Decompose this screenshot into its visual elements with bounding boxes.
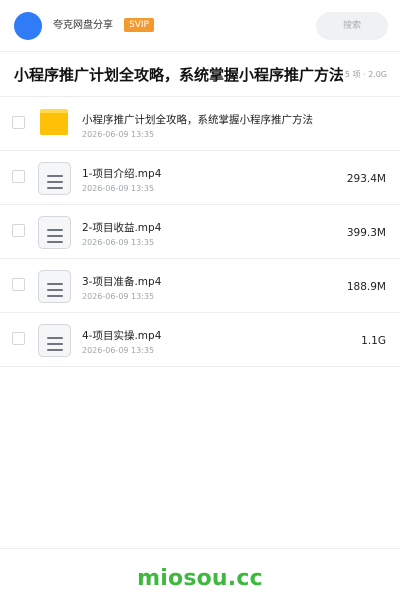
row-checkbox[interactable] [12,224,25,237]
row-checkbox[interactable] [12,116,25,129]
svip-badge: SVIP [124,18,154,32]
file-row[interactable]: 1-项目介绍.mp4 2026-06-09 13:35 293.4M [0,151,400,205]
file-date: 2026-06-09 13:35 [82,238,155,247]
app-name: 夸克网盘分享 [53,20,113,31]
search-input[interactable]: 搜索 [316,12,388,40]
file-icon [38,162,71,195]
row-checkbox[interactable] [12,170,25,183]
file-name: 小程序推广计划全攻略，系统掌握小程序推广方法 [82,114,313,126]
file-icon [38,270,71,303]
avatar[interactable] [14,12,42,40]
file-size: 1.1G [361,335,386,347]
file-row[interactable]: 3-项目准备.mp4 2026-06-09 13:35 188.9M [0,259,400,313]
file-date: 2026-06-09 13:35 [82,130,155,139]
file-name: 2-项目收益.mp4 [82,222,162,234]
page-title: 小程序推广计划全攻略，系统掌握小程序推广方法 [14,66,344,84]
file-size: 399.3M [346,227,386,239]
file-date: 2026-06-09 13:35 [82,292,155,301]
file-date: 2026-06-09 13:35 [82,184,155,193]
file-row-folder[interactable]: 小程序推广计划全攻略，系统掌握小程序推广方法 2026-06-09 13:35 [0,97,400,151]
share-meta: 5 项 · 2.0G [342,69,387,81]
file-name: 3-项目准备.mp4 [82,276,162,288]
share-title-row: 小程序推广计划全攻略，系统掌握小程序推广方法 5 项 · 2.0G [0,52,400,97]
file-row[interactable]: 4-项目实操.mp4 2026-06-09 13:35 1.1G [0,313,400,367]
row-checkbox[interactable] [12,332,25,345]
file-date: 2026-06-09 13:35 [82,346,155,355]
watermark: miosou.cc [137,566,263,591]
row-checkbox[interactable] [12,278,25,291]
file-icon [38,324,71,357]
folder-icon [38,108,71,141]
file-name: 4-项目实操.mp4 [82,330,162,342]
file-row[interactable]: 2-项目收益.mp4 2026-06-09 13:35 399.3M [0,205,400,259]
top-bar: 夸克网盘分享 SVIP 搜索 [0,0,400,52]
file-icon [38,216,71,249]
file-name: 1-项目介绍.mp4 [82,168,162,180]
file-size: 293.4M [346,173,386,185]
file-size: 188.9M [346,281,386,293]
file-list: 小程序推广计划全攻略，系统掌握小程序推广方法 2026-06-09 13:35 … [0,97,400,367]
